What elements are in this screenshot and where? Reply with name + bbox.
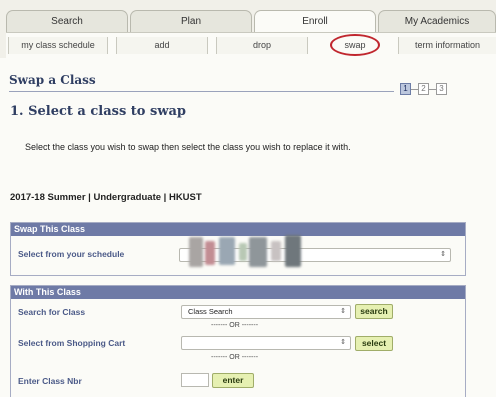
step-connector [429,89,436,90]
class-search-dropdown[interactable]: Class Search ⇕ [181,305,351,319]
subtab-my-class-schedule[interactable]: my class schedule [8,37,108,54]
main-tab-bar: Search Plan Enroll My Academics [6,10,496,32]
tab-plan[interactable]: Plan [130,10,252,32]
or-separator-2: ------- OR ------- [211,354,259,361]
step-2: 2 [418,83,429,95]
redacted-blur [285,235,301,267]
step-heading: 1. Select a class to swap [10,104,187,119]
dropdown-arrow-icon: ⇕ [340,308,346,315]
swap-panel-header: Swap This Class [11,223,465,236]
redacted-blur [205,241,215,265]
sub-tab-bar: my class schedule add drop swap term inf… [6,32,496,58]
shopping-cart-label: Select from Shopping Cart [18,338,126,348]
step-1: 1 [400,83,411,95]
or-separator: ------- OR ------- [211,322,259,329]
step-connector [411,89,418,90]
search-for-class-label: Search for Class [18,307,86,317]
dropdown-arrow-icon: ⇕ [440,251,446,258]
class-search-dropdown-value: Class Search [188,307,233,316]
shopping-cart-dropdown[interactable]: ⇕ [181,336,351,350]
redacted-blur [239,243,247,261]
enroll-swap-page: Search Plan Enroll My Academics my class… [0,0,496,397]
subtab-drop-label: drop [252,40,271,50]
class-nbr-input[interactable] [181,373,209,387]
page-title: Swap a Class [9,73,96,87]
select-button[interactable]: select [355,336,393,351]
tab-my-academics[interactable]: My Academics [378,10,496,32]
tab-my-academics-label: My Academics [404,16,470,27]
redacted-blur [249,237,267,267]
tab-search[interactable]: Search [6,10,128,32]
term-info: 2017-18 Summer | Undergraduate | HKUST [10,192,202,203]
subtab-term-information[interactable]: term information [398,37,496,54]
dropdown-arrow-icon: ⇕ [340,339,346,346]
tab-enroll[interactable]: Enroll [254,10,376,32]
subtab-add[interactable]: add [116,37,208,54]
redacted-blur [271,241,281,261]
tab-enroll-label: Enroll [302,16,328,27]
redacted-blur [189,237,203,267]
enter-button[interactable]: enter [212,373,254,388]
subtab-add-label: add [154,40,170,50]
instructions-text: Select the class you wish to swap then s… [25,142,351,152]
subtab-term-information-label: term information [414,40,481,50]
subtab-my-class-schedule-label: my class schedule [21,40,95,50]
tab-plan-label: Plan [180,16,201,27]
title-divider [9,91,394,92]
redacted-blur [219,237,235,265]
step-3: 3 [436,83,447,95]
with-this-class-panel: With This Class Search for Class Class S… [10,285,466,397]
with-panel-header: With This Class [11,286,465,299]
subtab-drop[interactable]: drop [216,37,308,54]
swap-highlight-circle [330,34,380,56]
tab-search-label: Search [51,16,83,27]
swap-this-class-panel: Swap This Class Select from your schedul… [10,222,466,276]
schedule-label: Select from your schedule [18,249,125,259]
search-button[interactable]: search [355,304,393,319]
class-nbr-label: Enter Class Nbr [18,376,82,386]
